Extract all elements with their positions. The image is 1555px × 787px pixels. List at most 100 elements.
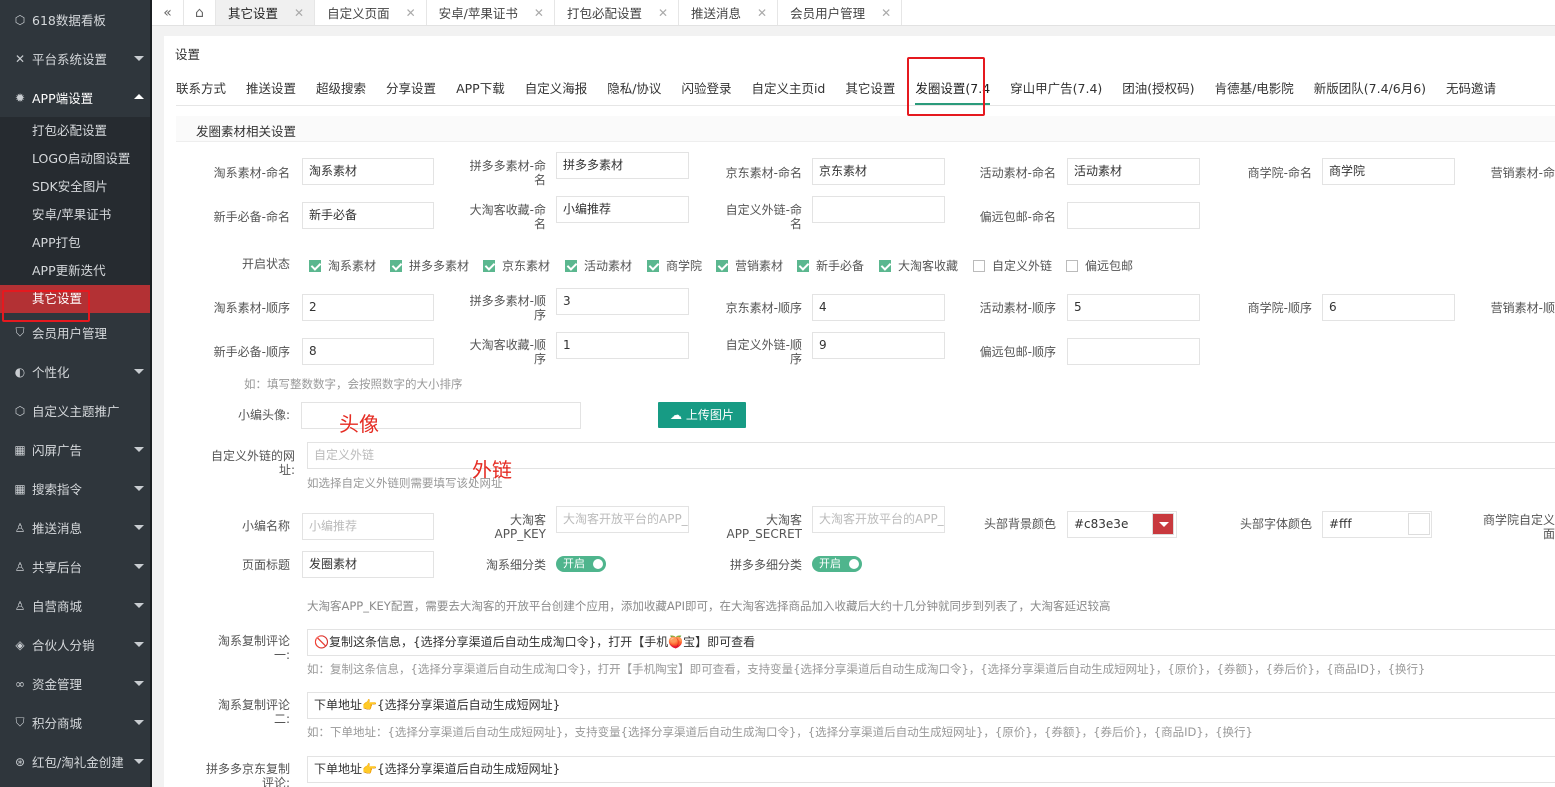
subtab-push-settings[interactable]: 推送设置: [246, 74, 296, 105]
close-icon[interactable]: ✕: [757, 6, 767, 20]
subtab-privacy[interactable]: 隐私/协议: [607, 74, 661, 105]
sidebar-subitem-app-update[interactable]: APP更新迭代: [0, 257, 152, 285]
newbie-order-input[interactable]: 8: [302, 338, 434, 365]
custom-link-order-input[interactable]: 9: [812, 332, 945, 359]
sidebar-item-label: 红包/淘礼金创建: [32, 755, 124, 770]
status-checkbox[interactable]: 大淘客收藏: [879, 257, 958, 274]
subtab-new-team[interactable]: 新版团队(7.4/6月6): [1314, 74, 1426, 105]
sidebar-item-self-store[interactable]: ♙ 自营商城: [0, 586, 152, 625]
activity-name-input[interactable]: 活动素材: [1067, 158, 1200, 185]
sidebar-item-search-command[interactable]: ▦ 搜索指令: [0, 469, 152, 508]
status-checkbox[interactable]: 活动素材: [565, 257, 632, 274]
custom-link-name-input[interactable]: [812, 196, 945, 223]
taobao-order-input[interactable]: 2: [302, 294, 434, 321]
status-checkbox[interactable]: 商学院: [647, 257, 702, 274]
subtab-pangle-ads[interactable]: 穿山甲广告(7.4): [1010, 74, 1102, 105]
pdd-name-input[interactable]: 拼多多素材: [556, 152, 689, 179]
subtab-flash-login[interactable]: 闪验登录: [681, 74, 731, 105]
sidebar-subitem-logo-splash[interactable]: LOGO启动图设置: [0, 145, 152, 173]
field-label: 新手必备-命名: [213, 210, 290, 224]
subtab-kfc-cinema[interactable]: 肯德基/电影院: [1215, 74, 1294, 105]
jd-name-input[interactable]: 京东素材: [812, 158, 945, 185]
school-order-input[interactable]: 6: [1322, 294, 1455, 321]
subtab-share-settings[interactable]: 分享设置: [386, 74, 436, 105]
sidebar-item-label: 618数据看板: [32, 13, 106, 28]
tab-package-config[interactable]: 打包必配设置 ✕: [555, 0, 680, 25]
collapse-sidebar-button[interactable]: «: [152, 0, 184, 25]
close-icon[interactable]: ✕: [294, 6, 304, 20]
activity-order-input[interactable]: 5: [1067, 294, 1200, 321]
status-checkbox[interactable]: 偏远包邮: [1066, 257, 1133, 274]
status-checkbox[interactable]: 自定义外链: [973, 257, 1052, 274]
sidebar-item-partner[interactable]: ◈ 合伙人分销: [0, 625, 152, 664]
sidebar-subitem-sdk-image[interactable]: SDK安全图片: [0, 173, 152, 201]
taobao-name-input[interactable]: 淘系素材: [302, 158, 434, 185]
status-checkbox[interactable]: 营销素材: [716, 257, 783, 274]
sidebar-item-shared-backend[interactable]: ♙ 共享后台: [0, 547, 152, 586]
subtab-no-code-invite[interactable]: 无码邀请: [1446, 74, 1496, 105]
close-icon[interactable]: ✕: [658, 6, 668, 20]
sidebar-item-dashboard[interactable]: ⬡ 618数据看板: [0, 0, 152, 39]
upload-button-label: 上传图片: [685, 408, 734, 422]
subtab-custom-home-id[interactable]: 自定义主页id: [751, 74, 825, 105]
tab-push[interactable]: 推送消息 ✕: [679, 0, 779, 25]
sidebar-item-personalization[interactable]: ◐ 个性化: [0, 352, 152, 391]
subtab-app-download[interactable]: APP下载: [456, 74, 505, 105]
app-secret-input[interactable]: 大淘客开放平台的APP_: [812, 506, 945, 533]
page-title-input[interactable]: 发圈素材: [302, 551, 434, 578]
sidebar-item-push[interactable]: ♙ 推送消息: [0, 508, 152, 547]
sidebar-item-app-settings[interactable]: ✹ APP端设置: [0, 78, 152, 117]
sidebar-item-funds[interactable]: ∞ 资金管理: [0, 664, 152, 703]
remote-order-input[interactable]: [1067, 338, 1200, 365]
dtk-fav-name-input[interactable]: 小编推荐: [556, 196, 689, 223]
tab-certificates[interactable]: 安卓/苹果证书 ✕: [427, 0, 555, 25]
app-key-input[interactable]: 大淘客开放平台的APP_: [556, 506, 689, 533]
status-checkbox[interactable]: 新手必备: [797, 257, 864, 274]
comment1-input[interactable]: 🚫复制这条信息，{选择分享渠道后自动生成淘口令}，打开【手机🍑宝】即可查看: [307, 629, 1555, 656]
sidebar-scrollbar[interactable]: [150, 0, 152, 787]
school-name-input[interactable]: 商学院: [1322, 158, 1455, 185]
sidebar-item-label: 平台系统设置: [32, 52, 108, 67]
sidebar-item-custom-theme[interactable]: ⬡ 自定义主题推广: [0, 391, 152, 430]
bg-color-label: 头部背景颜色: [983, 517, 1056, 531]
subtab-fuel[interactable]: 团油(授权码): [1122, 74, 1194, 105]
sidebar-subitem-package-config[interactable]: 打包必配设置: [0, 117, 152, 145]
tab-member-management[interactable]: 会员用户管理 ✕: [778, 0, 903, 25]
subtab-custom-poster[interactable]: 自定义海报: [525, 74, 588, 105]
subtab-contact[interactable]: 联系方式: [176, 74, 226, 105]
sidebar-item-points-mall[interactable]: ⛉ 积分商城: [0, 703, 152, 742]
home-tab-button[interactable]: ⌂: [184, 0, 216, 25]
status-checkbox[interactable]: 京东素材: [483, 257, 550, 274]
dtk-fav-order-input[interactable]: 1: [556, 332, 689, 359]
pdd-order-input[interactable]: 3: [556, 288, 689, 315]
bg-color-picker[interactable]: [1152, 513, 1174, 535]
comment3-input[interactable]: 下单地址👉{选择分享渠道后自动生成短网址}: [307, 756, 1555, 783]
status-checkbox[interactable]: 拼多多素材: [390, 257, 469, 274]
remote-name-input[interactable]: [1067, 202, 1200, 229]
close-icon[interactable]: ✕: [534, 6, 544, 20]
close-icon[interactable]: ✕: [881, 6, 891, 20]
sidebar: ⬡ 618数据看板 ✕ 平台系统设置 ✹ APP端设置 打包必配设置 LOGO启动图设…: [0, 0, 152, 787]
sidebar-subitem-certificates[interactable]: 安卓/苹果证书: [0, 201, 152, 229]
sidebar-item-platform-settings[interactable]: ✕ 平台系统设置: [0, 39, 152, 78]
sidebar-item-red-packet[interactable]: ⊛ 红包/淘礼金创建: [0, 742, 152, 781]
font-color-picker[interactable]: [1408, 513, 1430, 535]
taobao-category-switch[interactable]: 开启: [556, 556, 606, 572]
jd-order-input[interactable]: 4: [812, 294, 945, 321]
tab-custom-page[interactable]: 自定义页面 ✕: [315, 0, 427, 25]
sidebar-item-splash-ads[interactable]: ▦ 闪屏广告: [0, 430, 152, 469]
tab-label: 自定义页面: [327, 6, 390, 21]
editor-name-input[interactable]: 小编推荐: [302, 513, 434, 540]
subtab-super-search[interactable]: 超级搜索: [316, 74, 366, 105]
pdd-category-switch[interactable]: 开启: [812, 556, 862, 572]
newbie-name-input[interactable]: 新手必备: [302, 202, 434, 229]
comment2-input[interactable]: 下单地址👉{选择分享渠道后自动生成短网址}: [307, 692, 1555, 719]
upload-image-button[interactable]: ☁ 上传图片: [658, 402, 746, 428]
checkbox-checked-icon: [309, 259, 321, 272]
custom-link-hint: 如选择自定义外链则需要填写该处网址: [307, 476, 503, 490]
close-icon[interactable]: ✕: [406, 6, 416, 20]
sidebar-subitem-app-package[interactable]: APP打包: [0, 229, 152, 257]
subtab-other-settings[interactable]: 其它设置: [845, 74, 895, 105]
tab-other-settings[interactable]: 其它设置 ✕: [216, 0, 316, 25]
status-checkbox[interactable]: 淘系素材: [309, 257, 376, 274]
